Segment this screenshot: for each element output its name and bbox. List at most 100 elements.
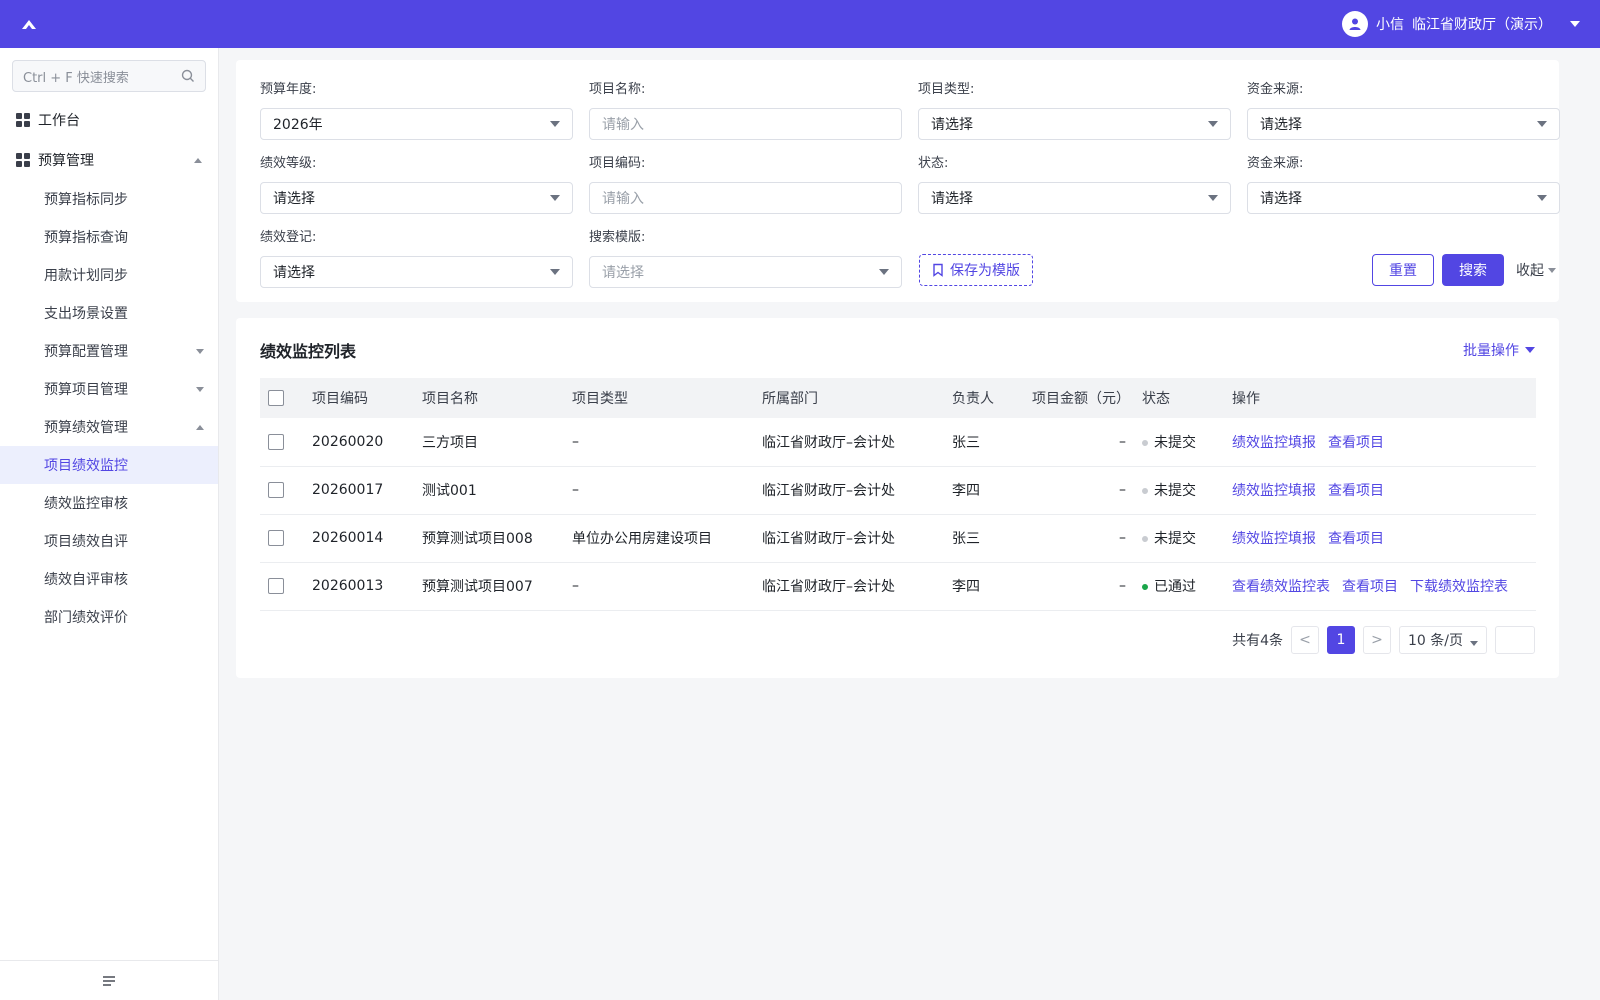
project-type-select[interactable]: 请选择 [918, 108, 1231, 140]
sidebar-item-dept-eval[interactable]: 部门绩效评价 [0, 598, 218, 636]
user-menu[interactable]: 小信 临江省财政厅（演示） [1342, 11, 1580, 37]
sidebar-search-placeholder: Ctrl + F 快速搜索 [23, 70, 129, 86]
chevron-down-icon [550, 195, 560, 201]
sidebar-item-label: 预算配置管理 [44, 344, 128, 360]
row-checkbox[interactable] [268, 530, 284, 546]
chevron-down-icon [550, 269, 560, 275]
sidebar-item-label: 预算指标同步 [44, 192, 128, 208]
cell-owner: 李四 [952, 483, 980, 499]
cell-amount: – [1119, 433, 1126, 450]
reset-button[interactable]: 重置 [1372, 254, 1434, 286]
cell-type: – [572, 578, 579, 594]
cell-type: – [572, 482, 579, 498]
save-template-button[interactable]: 保存为模版 [919, 254, 1033, 286]
chevron-up-icon [194, 157, 202, 163]
top-bar: 小信 临江省财政厅（演示） [0, 0, 1600, 48]
batch-actions-dropdown[interactable]: 批量操作 [1463, 340, 1535, 360]
sidebar-item-workbench[interactable]: 工作台 [0, 100, 218, 140]
cell-code: 20260020 [312, 433, 384, 450]
list-panel: 绩效监控列表 批量操作 项目编码 项目名称 项目类型 所属部门 负责人 项目金额… [236, 318, 1559, 678]
row-select-cell [260, 466, 304, 514]
button-label: 保存为模版 [950, 263, 1020, 279]
prev-page-button[interactable]: < [1291, 626, 1319, 654]
sidebar-item-monitor-review[interactable]: 绩效监控审核 [0, 484, 218, 522]
row-checkbox[interactable] [268, 578, 284, 594]
search-button[interactable]: 搜索 [1442, 254, 1504, 286]
sidebar-item-index-sync[interactable]: 预算指标同步 [0, 180, 218, 218]
row-action-link[interactable]: 查看项目 [1328, 435, 1384, 451]
sidebar-item-self-eval-review[interactable]: 绩效自评审核 [0, 560, 218, 598]
cell-status: 未提交 [1134, 466, 1224, 514]
sidebar-item-label: 预算项目管理 [44, 382, 128, 398]
status-dot [1142, 488, 1148, 494]
logo[interactable] [20, 17, 38, 31]
cell-owner: 张三 [952, 531, 980, 547]
cell-ops: 绩效监控填报 查看项目 [1224, 514, 1536, 562]
sidebar-item-plan-sync[interactable]: 用款计划同步 [0, 256, 218, 294]
row-action-link[interactable]: 绩效监控填报 [1232, 435, 1316, 451]
sidebar-item-label: 绩效自评审核 [44, 572, 128, 588]
chevron-down-icon [1208, 121, 1218, 127]
cell-ops: 绩效监控填报 查看项目 [1224, 466, 1536, 514]
user-name: 小信 [1376, 17, 1404, 33]
project-code-input[interactable]: 请输入 [589, 182, 902, 214]
sidebar-item-label: 部门绩效评价 [44, 610, 128, 626]
row-action-link[interactable]: 查看项目 [1342, 579, 1398, 595]
filter-label: 状态: [918, 156, 949, 171]
search-template-select[interactable]: 请选择 [589, 256, 902, 288]
status-text: 已通过 [1154, 579, 1196, 595]
cell-status: 已通过 [1134, 562, 1224, 610]
row-action-link[interactable]: 下载绩效监控表 [1410, 579, 1508, 595]
filter-perf-level: 绩效等级: 请选择 [260, 154, 573, 214]
sidebar-search-input[interactable]: Ctrl + F 快速搜索 [12, 60, 206, 92]
row-action-link[interactable]: 查看项目 [1328, 531, 1384, 547]
cell-ops: 查看绩效监控表 查看项目 下载绩效监控表 [1224, 562, 1536, 610]
project-name-input[interactable]: 请输入 [589, 108, 902, 140]
sidebar-item-perf-mgmt[interactable]: 预算绩效管理 [0, 408, 218, 446]
budget-year-select[interactable]: 2026年 [260, 108, 573, 140]
sidebar-collapse-toggle[interactable] [0, 960, 218, 1000]
row-checkbox[interactable] [268, 482, 284, 498]
status-text: 未提交 [1154, 531, 1196, 547]
sidebar-item-label: 项目绩效自评 [44, 534, 128, 550]
collapse-toggle[interactable]: 收起 [1516, 254, 1556, 286]
row-action-link[interactable]: 绩效监控填报 [1232, 483, 1316, 499]
select-all-checkbox[interactable] [268, 390, 284, 406]
sidebar-item-self-eval[interactable]: 项目绩效自评 [0, 522, 218, 560]
page-size-select[interactable]: 10 条/页 [1399, 626, 1487, 654]
col-header: 项目名称 [422, 391, 478, 407]
sidebar-item-label: 绩效监控审核 [44, 496, 128, 512]
sidebar-item-project-mgmt[interactable]: 预算项目管理 [0, 370, 218, 408]
sidebar-item-index-query[interactable]: 预算指标查询 [0, 218, 218, 256]
row-action-link[interactable]: 查看绩效监控表 [1232, 579, 1330, 595]
sidebar-item-budget-mgmt[interactable]: 预算管理 [0, 140, 218, 180]
perf-register-select[interactable]: 请选择 [260, 256, 573, 288]
row-checkbox[interactable] [268, 433, 284, 450]
menu-icon [103, 975, 115, 986]
perf-level-select[interactable]: 请选择 [260, 182, 573, 214]
page-button[interactable]: 1 [1327, 626, 1355, 654]
status-dot [1142, 536, 1148, 542]
fund-source-select[interactable]: 请选择 [1247, 182, 1560, 214]
sidebar-item-project-perf-monitor[interactable]: 项目绩效监控 [0, 446, 218, 484]
sidebar-item-scene-settings[interactable]: 支出场景设置 [0, 294, 218, 332]
chevron-down-icon [196, 386, 204, 392]
fund-source-select[interactable]: 请选择 [1247, 108, 1560, 140]
cell-dept: 临江省财政厅–会计处 [762, 579, 895, 595]
select-value: 请选择 [1260, 191, 1302, 207]
page-jump-input[interactable] [1495, 626, 1535, 654]
chevron-down-icon [1537, 121, 1547, 127]
table-header-row: 项目编码 项目名称 项目类型 所属部门 负责人 项目金额（元） 状态 操作 [260, 378, 1536, 418]
row-action-link[interactable]: 查看项目 [1328, 483, 1384, 499]
sidebar-item-config-mgmt[interactable]: 预算配置管理 [0, 332, 218, 370]
select-value: 请选择 [273, 191, 315, 207]
bookmark-icon [933, 263, 943, 277]
status-select[interactable]: 请选择 [918, 182, 1231, 214]
select-value: 2026年 [273, 117, 323, 133]
next-page-button[interactable]: > [1363, 626, 1391, 654]
row-select-cell [260, 562, 304, 610]
filter-project-type: 项目类型: 请选择 [918, 80, 1231, 140]
cell-code: 20260017 [312, 482, 384, 498]
input-placeholder: 请输入 [602, 117, 644, 133]
row-action-link[interactable]: 绩效监控填报 [1232, 531, 1316, 547]
